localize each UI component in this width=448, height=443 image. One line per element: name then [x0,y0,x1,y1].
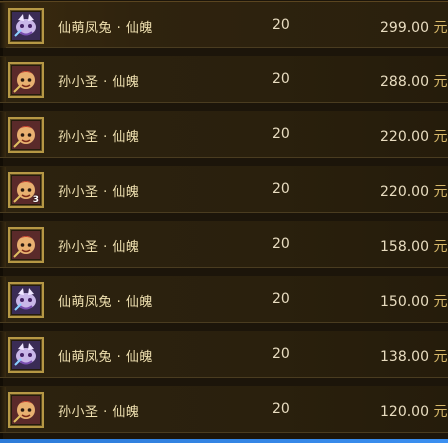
row-frame [0,387,6,432]
price-value: 158.00 [380,239,429,255]
table-row[interactable]: 仙萌凤兔 · 仙魄 20 150.00 元 [0,276,448,323]
item-quantity: 20 [272,17,290,33]
character-icon-red[interactable] [8,227,44,263]
item-price: 288.00 元 [380,71,447,91]
currency-label: 元 [433,74,448,90]
item-quantity: 20 [272,181,290,197]
price-value: 138.00 [380,349,429,365]
currency-label: 元 [433,184,448,200]
footer-accent-bar [0,439,448,443]
price-value: 150.00 [380,294,429,310]
item-count-badge: 3 [32,195,39,205]
price-value: 120.00 [380,404,429,420]
row-frame [0,167,6,212]
character-icon-red[interactable] [8,62,44,98]
item-name: 孙小圣 · 仙魄 [58,240,140,255]
item-price: 220.00 元 [380,126,447,146]
item-price: 138.00 元 [380,346,447,366]
item-name: 孙小圣 · 仙魄 [58,185,140,200]
price-value: 288.00 [380,74,429,90]
price-value: 220.00 [380,184,429,200]
table-row[interactable]: 仙萌凤兔 · 仙魄 20 299.00 元 [0,1,448,48]
item-price: 158.00 元 [380,236,447,256]
beast-icon-purple[interactable] [8,8,44,44]
item-quantity: 20 [272,291,290,307]
table-row[interactable]: 孙小圣 · 仙魄 20 158.00 元 [0,221,448,268]
item-quantity: 20 [272,236,290,252]
table-row[interactable]: 孙小圣 · 仙魄 20 220.00 元 [0,111,448,158]
currency-label: 元 [433,239,448,255]
item-name: 仙萌凤兔 · 仙魄 [58,295,153,310]
item-name: 仙萌凤兔 · 仙魄 [58,350,153,365]
character-icon-red[interactable] [8,117,44,153]
item-price: 120.00 元 [380,401,447,421]
currency-label: 元 [433,404,448,420]
row-frame [0,112,6,157]
table-row[interactable]: 3 孙小圣 · 仙魄 20 220.00 元 [0,166,448,213]
item-price: 220.00 元 [380,181,447,201]
table-row[interactable]: 孙小圣 · 仙魄 20 288.00 元 [0,56,448,103]
row-frame [0,57,6,102]
currency-label: 元 [433,20,448,36]
price-value: 220.00 [380,129,429,145]
table-row[interactable]: 孙小圣 · 仙魄 20 120.00 元 [0,386,448,433]
item-quantity: 20 [272,126,290,142]
item-name: 孙小圣 · 仙魄 [58,75,140,90]
price-value: 299.00 [380,20,429,36]
item-price: 150.00 元 [380,291,447,311]
character-icon-red[interactable]: 3 [8,172,44,208]
row-frame [0,3,6,48]
table-row[interactable]: 仙萌凤兔 · 仙魄 20 138.00 元 [0,331,448,378]
item-price: 299.00 元 [380,17,447,37]
item-name: 孙小圣 · 仙魄 [58,405,140,420]
currency-label: 元 [433,349,448,365]
item-quantity: 20 [272,346,290,362]
currency-label: 元 [433,294,448,310]
row-frame [0,332,6,377]
item-quantity: 20 [272,71,290,87]
item-name: 孙小圣 · 仙魄 [58,130,140,145]
item-quantity: 20 [272,401,290,417]
beast-icon-purple[interactable] [8,282,44,318]
row-frame [0,277,6,322]
currency-label: 元 [433,129,448,145]
character-icon-red[interactable] [8,392,44,428]
row-frame [0,222,6,267]
beast-icon-purple[interactable] [8,337,44,373]
item-name: 仙萌凤兔 · 仙魄 [58,21,153,36]
